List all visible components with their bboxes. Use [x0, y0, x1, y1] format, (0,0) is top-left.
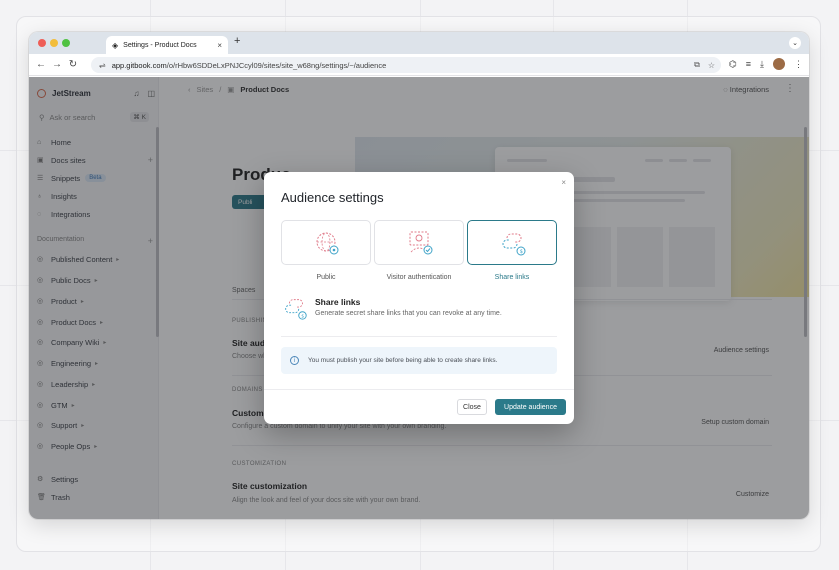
- selected-option-details: $ Share links Generate secret share link…: [281, 294, 557, 324]
- back-icon[interactable]: ←: [33, 59, 49, 70]
- selected-option-desc: Generate secret share links that you can…: [315, 310, 502, 317]
- browser-menu-icon[interactable]: ⋮: [794, 59, 803, 70]
- site-info-icon[interactable]: ⇌: [99, 61, 106, 70]
- address-bar[interactable]: ⇌ app.gitbook.com/o/rHbw6SDDeLxPNJCcyl09…: [91, 57, 721, 73]
- reload-icon[interactable]: ↻: [65, 59, 81, 70]
- tab-strip: ◈ Settings - Product Docs × + ⌄: [29, 32, 809, 54]
- close-window-dot[interactable]: [38, 39, 46, 47]
- browser-toolbar: ← → ↻ ⇌ app.gitbook.com/o/rHbw6SDDeLxPNJ…: [29, 54, 809, 76]
- tab-title: Settings - Product Docs: [123, 41, 197, 49]
- selected-option-title: Share links: [315, 297, 361, 307]
- audience-settings-dialog: × Audience settings $ Public Visitor aut…: [264, 172, 574, 424]
- share-link-icon: $: [285, 299, 307, 320]
- browser-tab[interactable]: ◈ Settings - Product Docs ×: [106, 36, 228, 54]
- bookmark-star-icon[interactable]: ☆: [708, 61, 715, 70]
- dialog-title: Audience settings: [281, 190, 384, 205]
- info-icon: i: [290, 356, 299, 365]
- close-button[interactable]: Close: [457, 399, 487, 415]
- publish-required-notice: i You must publish your site before bein…: [281, 347, 557, 374]
- close-icon[interactable]: ×: [561, 178, 566, 187]
- tab-close-icon[interactable]: ×: [217, 41, 222, 50]
- url-host: app.gitbook.com: [111, 60, 167, 70]
- profile-avatar[interactable]: [773, 58, 785, 70]
- audience-option-share-links[interactable]: $: [467, 220, 557, 265]
- maximize-window-dot[interactable]: [62, 39, 70, 47]
- globe-icon: [316, 232, 339, 255]
- url-path: /o/rHbw6SDDeLxPNJCcyl09/sites/site_w68ng…: [166, 60, 387, 70]
- key-icon: [409, 231, 433, 255]
- svg-text:$: $: [520, 249, 523, 255]
- reading-list-icon[interactable]: ≡: [746, 59, 751, 69]
- share-link-icon: $: [502, 233, 526, 256]
- option-label-public: Public: [316, 274, 336, 281]
- download-icon[interactable]: ⤓: [760, 59, 764, 70]
- audience-option-visitor-auth[interactable]: [374, 220, 464, 265]
- divider: [281, 336, 557, 337]
- svg-text:$: $: [301, 313, 304, 319]
- extensions-icon[interactable]: ⌬: [729, 59, 737, 70]
- option-label-visitor-auth: Visitor authentication: [386, 274, 452, 281]
- new-tab-button[interactable]: +: [234, 35, 240, 47]
- option-label-share-links: Share links: [494, 274, 530, 281]
- update-audience-button[interactable]: Update audience: [495, 399, 566, 415]
- gitbook-favicon-icon: ◈: [112, 40, 119, 50]
- divider: [264, 389, 574, 390]
- cast-icon[interactable]: ⧉: [694, 60, 700, 70]
- tab-search-chevron-icon[interactable]: ⌄: [789, 37, 801, 49]
- minimize-window-dot[interactable]: [50, 39, 58, 47]
- audience-option-public[interactable]: [281, 220, 371, 265]
- forward-icon[interactable]: →: [49, 59, 65, 70]
- notice-text: You must publish your site before being …: [308, 357, 498, 364]
